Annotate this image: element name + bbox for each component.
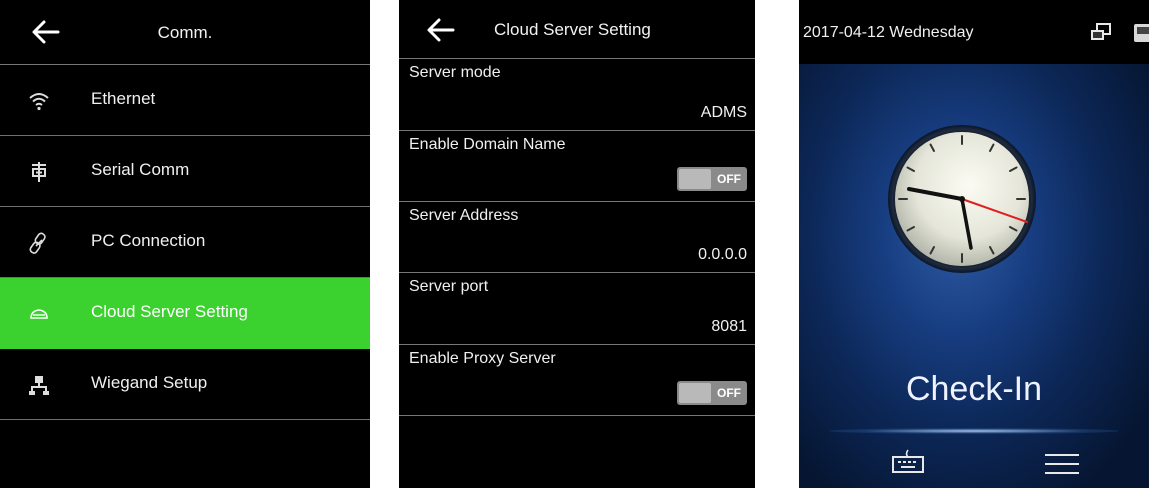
comm-screen: Comm. Ethernet Serial Comm PC Connection… <box>0 0 370 488</box>
setting-row-server-mode[interactable]: Server mode ADMS <box>399 59 755 131</box>
toggle-state-label: OFF <box>717 172 741 186</box>
setting-row-server-port[interactable]: Server port 8081 <box>399 273 755 345</box>
setting-label: Enable Domain Name <box>409 136 566 153</box>
link-icon <box>29 232 46 254</box>
main-screen: 2017-04-12 Wednesday Check-In <box>799 0 1149 488</box>
menu-icon[interactable] <box>1043 452 1081 476</box>
menu-item-serial-comm[interactable]: Serial Comm <box>0 136 370 207</box>
analog-clock-icon <box>888 125 1036 273</box>
menu-item-label: Serial Comm <box>91 160 190 179</box>
divider-glow <box>829 428 1119 434</box>
setting-label: Enable Proxy Server <box>409 350 556 367</box>
comm-header: Comm. <box>0 0 370 65</box>
page-title: Cloud Server Setting <box>494 20 651 39</box>
setting-row-enable-proxy-server[interactable]: Enable Proxy Server OFF <box>399 345 755 416</box>
toggle-switch[interactable]: OFF <box>677 167 747 191</box>
attendance-state-label: Check-In <box>905 370 1043 408</box>
toggle-switch[interactable]: OFF <box>677 381 747 405</box>
setting-row-server-address[interactable]: Server Address 0.0.0.0 <box>399 202 755 273</box>
toggle-state-label: OFF <box>717 386 741 400</box>
setting-label: Server Address <box>409 207 519 224</box>
setting-value: ADMS <box>700 104 747 121</box>
network-icon <box>29 376 49 395</box>
menu-item-label: Cloud Server Setting <box>91 302 248 321</box>
toggle-knob <box>679 169 711 189</box>
menu-item-cloud-server-setting[interactable]: Cloud Server Setting <box>0 278 370 349</box>
menu-item-pc-connection[interactable]: PC Connection <box>0 207 370 278</box>
menu-item-wiegand-setup[interactable]: Wiegand Setup <box>0 349 370 420</box>
menu-item-label: Wiegand Setup <box>91 373 208 392</box>
menu-item-ethernet[interactable]: Ethernet <box>0 65 370 136</box>
setting-value: 0.0.0.0 <box>698 246 747 263</box>
network-status-icon <box>1091 23 1111 40</box>
setting-value: 8081 <box>711 318 747 335</box>
keyboard-icon[interactable] <box>891 448 925 474</box>
status-bar: 2017-04-12 Wednesday <box>799 0 1149 64</box>
menu-item-label: PC Connection <box>91 231 206 250</box>
page-title: Comm. <box>157 23 213 42</box>
device-status-icon <box>1134 24 1149 42</box>
setting-label: Server port <box>409 278 489 295</box>
date-label: 2017-04-12 Wednesday <box>803 24 974 41</box>
cloud-header: Cloud Server Setting <box>399 0 755 59</box>
serial-plug-icon <box>32 162 46 182</box>
toggle-knob <box>679 383 711 403</box>
setting-label: Server mode <box>409 64 501 81</box>
back-arrow-icon[interactable] <box>425 16 455 44</box>
menu-item-label: Ethernet <box>91 89 156 108</box>
wifi-icon <box>29 93 49 111</box>
cloud-icon <box>30 309 48 319</box>
cloud-server-screen: Cloud Server Setting Server mode ADMS Enab… <box>399 0 755 488</box>
setting-row-enable-domain-name[interactable]: Enable Domain Name OFF <box>399 131 755 202</box>
